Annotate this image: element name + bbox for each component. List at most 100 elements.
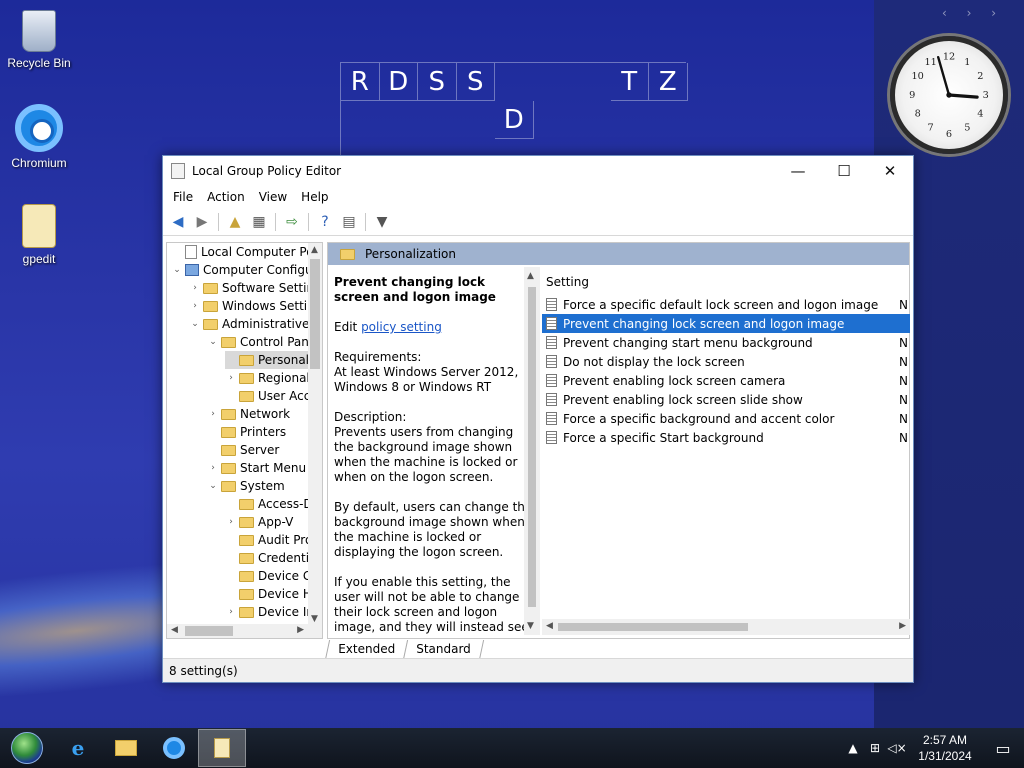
filter-icon[interactable]: ▼ [371, 211, 393, 233]
setting-row[interactable]: Force a specific Start background N [542, 428, 910, 447]
tree-item[interactable]: ⌄ System [207, 477, 285, 495]
scroll-right-arrow-icon[interactable]: ▶ [899, 621, 906, 631]
menu-view[interactable]: View [252, 190, 294, 204]
description-scrollbar[interactable]: ▲ ▼ [524, 267, 540, 635]
menu-action[interactable]: Action [200, 190, 252, 204]
scroll-up-arrow-icon[interactable]: ▲ [311, 245, 318, 255]
chromium-icon [15, 104, 63, 152]
tree-item[interactable]: Local Computer Policy [171, 243, 322, 261]
tab-standard[interactable]: Standard [402, 640, 484, 660]
action-center-icon[interactable]: ▭ [982, 728, 1024, 768]
expanded-chevron-icon[interactable]: ⌄ [207, 337, 219, 347]
tree-item[interactable]: › Software Settings [189, 279, 322, 297]
tree-horizontal-scrollbar[interactable]: ◀ ▶ [167, 624, 322, 638]
scroll-thumb[interactable] [185, 626, 233, 636]
tree-item[interactable]: Printers [207, 423, 286, 441]
collapsed-chevron-icon[interactable]: › [207, 409, 219, 419]
export-list-icon[interactable]: ⇨ [281, 211, 303, 233]
setting-row[interactable]: Prevent enabling lock screen camera N [542, 371, 910, 390]
scroll-thumb[interactable] [528, 287, 536, 607]
start-button[interactable] [0, 728, 54, 768]
column-header-setting[interactable]: Setting [542, 267, 910, 295]
titlebar[interactable]: Local Group Policy Editor — ☐ ✕ [163, 156, 913, 186]
tab-extended[interactable]: Extended [324, 640, 409, 660]
tree-item[interactable]: ⌄Administrative Templates [189, 315, 322, 333]
scroll-thumb[interactable] [310, 259, 320, 369]
up-folder-icon[interactable]: ▲ [224, 211, 246, 233]
desktop-icon-gpedit[interactable]: gpedit [0, 204, 78, 266]
setting-row[interactable]: Prevent enabling lock screen slide show N [542, 390, 910, 409]
collapsed-chevron-icon[interactable]: › [189, 283, 201, 293]
navigation-tree[interactable]: Disk NV Cache›Device InstallationDevice … [166, 242, 323, 639]
setting-row[interactable]: Force a specific background and accent c… [542, 409, 910, 428]
taskbar-file-explorer[interactable] [102, 729, 150, 767]
clock-numeral: 3 [983, 90, 989, 101]
expanded-chevron-icon[interactable]: ⌄ [189, 319, 201, 329]
collapsed-chevron-icon[interactable]: › [225, 517, 237, 527]
help-icon[interactable]: ? [314, 211, 336, 233]
close-button[interactable]: ✕ [867, 156, 913, 186]
volume-muted-icon[interactable]: ◁× [886, 741, 908, 755]
show-hide-tree-icon[interactable]: ▦ [248, 211, 270, 233]
clock-numeral: 8 [915, 109, 921, 120]
tree-item[interactable]: › App-V [225, 513, 293, 531]
menu-bar: File Action View Help [163, 186, 913, 208]
scroll-down-arrow-icon[interactable]: ▼ [527, 621, 534, 631]
setting-row[interactable]: Prevent changing lock screen and logon i… [542, 314, 910, 333]
scroll-up-arrow-icon[interactable]: ▲ [527, 271, 534, 281]
scroll-left-arrow-icon[interactable]: ◀ [171, 625, 178, 635]
network-icon[interactable]: ⊞ [864, 741, 886, 755]
taskbar-clock[interactable]: 2:57 AM 1/31/2024 [908, 732, 982, 764]
tree-item-label: Network [240, 407, 291, 421]
forward-arrow-icon[interactable]: ▶ [191, 211, 213, 233]
collapsed-chevron-icon[interactable]: › [207, 463, 219, 473]
show-hidden-icons-icon[interactable]: ▲ [842, 741, 864, 755]
menu-file[interactable]: File [166, 190, 200, 204]
tree-item[interactable]: › Network [207, 405, 290, 423]
clock-numeral: 11 [924, 57, 936, 68]
chromium-icon [163, 737, 185, 759]
desktop-icon-recycle-bin[interactable]: Recycle Bin [0, 6, 78, 70]
minimize-button[interactable]: — [775, 156, 821, 186]
folder-icon [340, 248, 355, 260]
tree-item[interactable]: › Windows Settings [189, 297, 322, 315]
expanded-chevron-icon[interactable]: ⌄ [171, 265, 183, 275]
tree-item[interactable]: ⌄ Control Panel [207, 333, 319, 351]
tree-item[interactable]: ›Start Menu and Taskbar [207, 459, 322, 477]
collapsed-chevron-icon[interactable]: › [225, 607, 237, 617]
toolbar-separator [308, 212, 309, 231]
setting-row[interactable]: Prevent changing start menu background N [542, 333, 910, 352]
expanded-chevron-icon[interactable]: ⌄ [207, 481, 219, 491]
folder-icon [203, 300, 218, 312]
taskbar-chromium[interactable] [150, 729, 198, 767]
list-horizontal-scrollbar[interactable]: ◀ ▶ [542, 619, 910, 635]
setting-state: N [899, 411, 908, 426]
scroll-right-arrow-icon[interactable]: ▶ [297, 625, 304, 635]
setting-name: Force a specific Start background [563, 430, 764, 445]
tree-item-label: App-V [258, 515, 294, 529]
tree-vertical-scrollbar[interactable]: ▲ ▼ [308, 243, 322, 626]
setting-row[interactable]: Do not display the lock screen N [542, 352, 910, 371]
wallpaper-grid-letter: T [610, 63, 649, 101]
taskbar-gpedit[interactable] [198, 729, 246, 767]
taskbar-internet-explorer[interactable]: e [54, 729, 102, 767]
maximize-button[interactable]: ☐ [821, 156, 867, 186]
properties-icon[interactable]: ▤ [338, 211, 360, 233]
clock-gadget[interactable]: 12 1 2 3 4 5 6 7 8 9 10 11 [890, 36, 1008, 154]
scroll-down-arrow-icon[interactable]: ▼ [311, 614, 318, 624]
desktop-icon-chromium[interactable]: Chromium [0, 104, 78, 170]
tree-item[interactable]: ⌄ Computer Configuration [171, 261, 322, 279]
setting-state: N [899, 430, 908, 445]
setting-row[interactable]: Force a specific default lock screen and… [542, 295, 910, 314]
group-policy-editor-window[interactable]: Local Group Policy Editor — ☐ ✕ File Act… [162, 155, 914, 683]
tab-label: Extended [338, 642, 396, 656]
menu-help[interactable]: Help [294, 190, 335, 204]
collapsed-chevron-icon[interactable]: › [189, 301, 201, 311]
status-bar: 8 setting(s) [163, 658, 913, 682]
back-arrow-icon[interactable]: ◀ [167, 211, 189, 233]
collapsed-chevron-icon[interactable]: › [225, 373, 237, 383]
scroll-left-arrow-icon[interactable]: ◀ [546, 621, 553, 631]
tree-item[interactable]: Server [207, 441, 279, 459]
edit-policy-setting-link[interactable]: policy setting [361, 320, 442, 334]
scroll-thumb[interactable] [558, 623, 748, 631]
